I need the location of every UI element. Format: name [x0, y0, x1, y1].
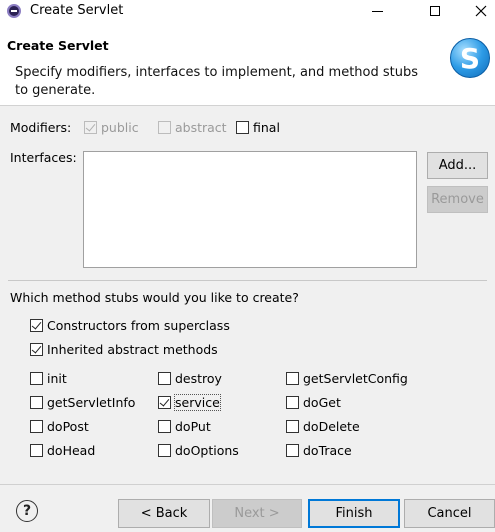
stub-label: doOptions — [175, 443, 239, 458]
stub-label: destroy — [175, 371, 222, 386]
section-divider — [8, 280, 487, 281]
checkbox-box[interactable] — [158, 420, 171, 433]
checkbox-box[interactable] — [30, 343, 43, 356]
stub-label: getServletConfig — [303, 371, 408, 386]
stub-dopost-checkbox[interactable]: doPost — [30, 419, 89, 434]
interfaces-list[interactable] — [83, 151, 417, 268]
method-stubs-question: Which method stubs would you like to cre… — [10, 290, 299, 305]
checkbox-box[interactable] — [30, 372, 43, 385]
checkbox-box[interactable] — [286, 396, 299, 409]
close-button[interactable] — [466, 0, 495, 22]
help-icon[interactable]: ? — [16, 500, 38, 522]
checkbox-box[interactable] — [158, 444, 171, 457]
checkbox-box[interactable] — [236, 121, 249, 134]
eclipse-app-icon — [7, 4, 21, 18]
constructors-label: Constructors from superclass — [47, 318, 230, 333]
checkbox-box[interactable] — [286, 444, 299, 457]
stub-label: init — [47, 371, 67, 386]
constructors-checkbox[interactable]: Constructors from superclass — [30, 318, 230, 333]
modifier-public-checkbox: public — [84, 120, 139, 135]
logo-letter: S — [459, 41, 481, 75]
checkbox-box — [158, 121, 171, 134]
stub-getservletinfo-checkbox[interactable]: getServletInfo — [30, 395, 135, 410]
remove-interface-button: Remove — [427, 186, 488, 213]
cancel-button[interactable]: Cancel — [404, 499, 495, 528]
checkbox-box[interactable] — [30, 444, 43, 457]
stub-doput-checkbox[interactable]: doPut — [158, 419, 211, 434]
modifier-final-label: final — [253, 120, 280, 135]
stub-dooptions-checkbox[interactable]: doOptions — [158, 443, 239, 458]
window-title: Create Servlet — [30, 3, 124, 18]
inherited-methods-checkbox[interactable]: Inherited abstract methods — [30, 342, 218, 357]
maximize-button[interactable] — [412, 0, 458, 22]
finish-button[interactable]: Finish — [308, 499, 400, 528]
modifier-final-checkbox[interactable]: final — [236, 120, 280, 135]
banner-description: Specify modifiers, interfaces to impleme… — [15, 65, 419, 98]
checkbox-box[interactable] — [158, 372, 171, 385]
checkbox-box[interactable] — [286, 420, 299, 433]
banner-title: Create Servlet — [7, 38, 109, 53]
stub-label: getServletInfo — [47, 395, 136, 410]
stub-getservletconfig-checkbox[interactable]: getServletConfig — [286, 371, 408, 386]
checkbox-box[interactable] — [30, 396, 43, 409]
stub-init-checkbox[interactable]: init — [30, 371, 67, 386]
footer-divider — [0, 484, 495, 485]
stub-label: service — [174, 394, 221, 411]
modifier-public-label: public — [101, 120, 139, 135]
inherited-methods-label: Inherited abstract methods — [47, 342, 218, 357]
checkbox-box[interactable] — [286, 372, 299, 385]
stub-label: doPut — [175, 419, 211, 434]
checkbox-box — [84, 121, 97, 134]
stub-label: doTrace — [303, 443, 352, 458]
stub-service-checkbox[interactable]: service — [158, 394, 221, 411]
close-icon — [475, 5, 486, 17]
stub-dotrace-checkbox[interactable]: doTrace — [286, 443, 352, 458]
modifier-abstract-label: abstract — [175, 120, 227, 135]
checkbox-box[interactable] — [158, 396, 171, 409]
stub-dohead-checkbox[interactable]: doHead — [30, 443, 95, 458]
stub-label: doHead — [47, 443, 96, 458]
modifiers-label: Modifiers: — [10, 120, 72, 135]
maximize-icon — [430, 6, 440, 16]
minimize-button[interactable] — [354, 0, 400, 22]
checkbox-box[interactable] — [30, 420, 43, 433]
checkbox-box[interactable] — [30, 319, 43, 332]
add-interface-button[interactable]: Add... — [427, 152, 488, 179]
stub-doget-checkbox[interactable]: doGet — [286, 395, 341, 410]
minimize-icon — [371, 10, 383, 12]
stub-label: doGet — [303, 395, 341, 410]
servlet-logo-icon: S — [450, 38, 490, 78]
next-button: Next > — [212, 499, 302, 528]
stub-label: doDelete — [303, 419, 360, 434]
stub-dodelete-checkbox[interactable]: doDelete — [286, 419, 360, 434]
modifier-abstract-checkbox: abstract — [158, 120, 227, 135]
back-button[interactable]: < Back — [118, 499, 210, 528]
interfaces-label: Interfaces: — [10, 150, 77, 165]
stub-label: doPost — [47, 419, 89, 434]
stub-destroy-checkbox[interactable]: destroy — [158, 371, 222, 386]
